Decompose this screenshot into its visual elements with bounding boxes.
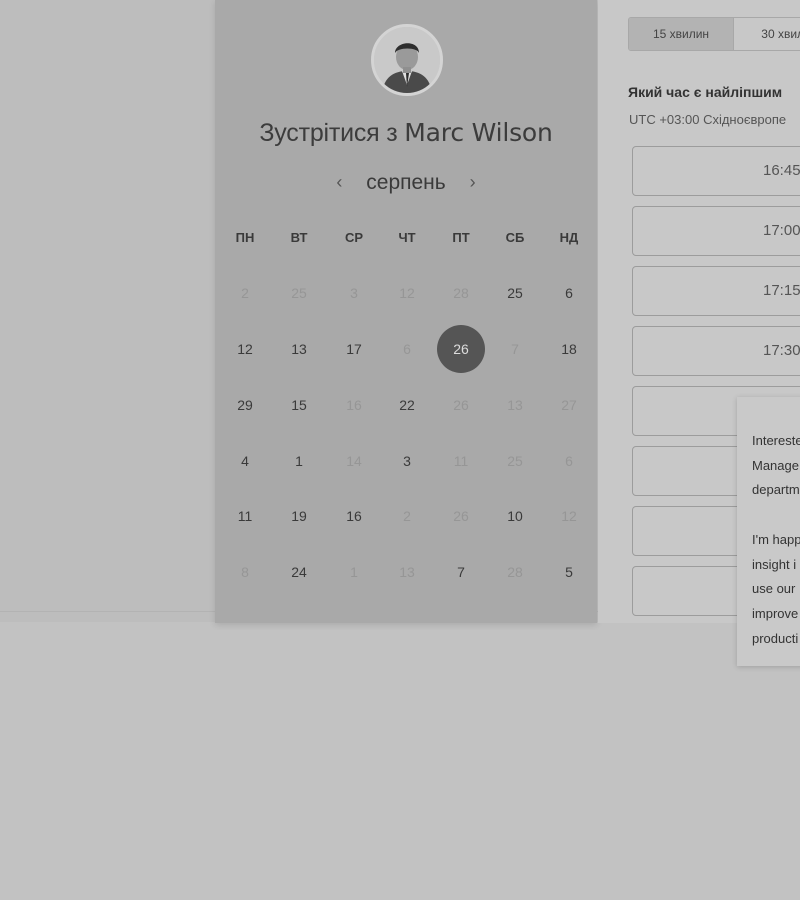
chat-line: Intereste: [752, 433, 800, 448]
chat-message: Intereste Manage departm I'm happ insight i u…: [752, 429, 800, 651]
calendar-day: 2: [241, 285, 249, 301]
calendar-day: 6: [403, 341, 411, 357]
calendar-day: 26: [453, 508, 469, 524]
calendar-day: 26: [453, 397, 469, 413]
calendar-day: 6: [565, 453, 573, 469]
calendar-day: 11: [453, 453, 469, 469]
calendar-day[interactable]: 3: [387, 451, 427, 471]
duration-tab[interactable]: 30 хвили: [734, 18, 800, 50]
calendar-day[interactable]: 12: [225, 339, 265, 359]
chat-line: I'm happ: [752, 531, 800, 547]
calendar-day: 14: [346, 453, 362, 469]
duration-tab[interactable]: 15 хвилин: [629, 18, 734, 50]
calendar-day: 13: [399, 564, 415, 580]
calendar-day[interactable]: 4: [225, 451, 265, 471]
calendar-day[interactable]: 18: [549, 339, 589, 359]
calendar-day: 13: [507, 397, 523, 413]
duration-tabs: 15 хвилин30 хвили: [628, 17, 800, 51]
calendar-grid: 2 25 3 12 28 25 6 12 13 17 6 26 7 18 29 15 16 22 26 13 27 4 1 1…: [215, 0, 597, 623]
calendar-day: 2: [403, 508, 411, 524]
time-question: Який час є найліпшим: [628, 84, 783, 100]
time-slot-button[interactable]: 17:00: [632, 206, 800, 256]
chat-line: use our: [752, 581, 796, 597]
calendar-day[interactable]: 22: [387, 395, 427, 415]
calendar-day[interactable]: 29: [225, 395, 265, 415]
calendar-day: 12: [399, 285, 415, 301]
chat-line: improve: [752, 605, 799, 621]
calendar-day: 3: [350, 285, 358, 301]
chat-line: producti: [752, 630, 799, 646]
calendar-day: 25: [291, 285, 307, 301]
calendar-day: 28: [453, 285, 469, 301]
calendar-day[interactable]: 13: [279, 339, 319, 359]
calendar-day: 28: [507, 564, 523, 580]
calendar-day[interactable]: 24: [279, 562, 319, 582]
calendar-day: 1: [350, 564, 358, 580]
calendar-day: 12: [561, 508, 577, 524]
calendar-day: 7: [511, 341, 519, 357]
time-slot-button[interactable]: 17:30: [632, 326, 800, 376]
timezone-label: UTC +03:00 Східноєвропе: [629, 112, 787, 127]
time-slot-button[interactable]: 16:45: [632, 146, 800, 196]
time-slot-button[interactable]: 17:15: [632, 266, 800, 316]
calendar-day: 27: [561, 397, 577, 413]
calendar-day: 25: [507, 453, 523, 469]
calendar-day[interactable]: 25: [495, 283, 535, 303]
calendar-day[interactable]: 11: [225, 506, 265, 526]
calendar-day[interactable]: 16: [334, 506, 374, 526]
calendar-day[interactable]: 7: [441, 562, 481, 582]
chat-line: departm: [752, 482, 800, 498]
calendar-day[interactable]: 1: [279, 451, 319, 471]
calendar-day-selected[interactable]: 26: [437, 325, 485, 373]
calendar-day[interactable]: 5: [549, 562, 589, 582]
calendar-day[interactable]: 10: [495, 506, 535, 526]
calendar-panel: Зустрітися з Marc Wilson ‹ серпень › ПН В…: [215, 0, 597, 623]
chat-line: insight i: [752, 556, 797, 572]
chat-line: Manage: [752, 457, 799, 473]
chat-popup: Intereste Manage departm I'm happ insight i u…: [737, 397, 800, 666]
calendar-day: 16: [346, 397, 362, 413]
calendar-day[interactable]: 6: [549, 283, 589, 303]
calendar-day[interactable]: 19: [279, 506, 319, 526]
calendar-day[interactable]: 15: [279, 395, 319, 415]
calendar-day: 8: [241, 564, 249, 580]
calendar-day[interactable]: 17: [334, 339, 374, 359]
